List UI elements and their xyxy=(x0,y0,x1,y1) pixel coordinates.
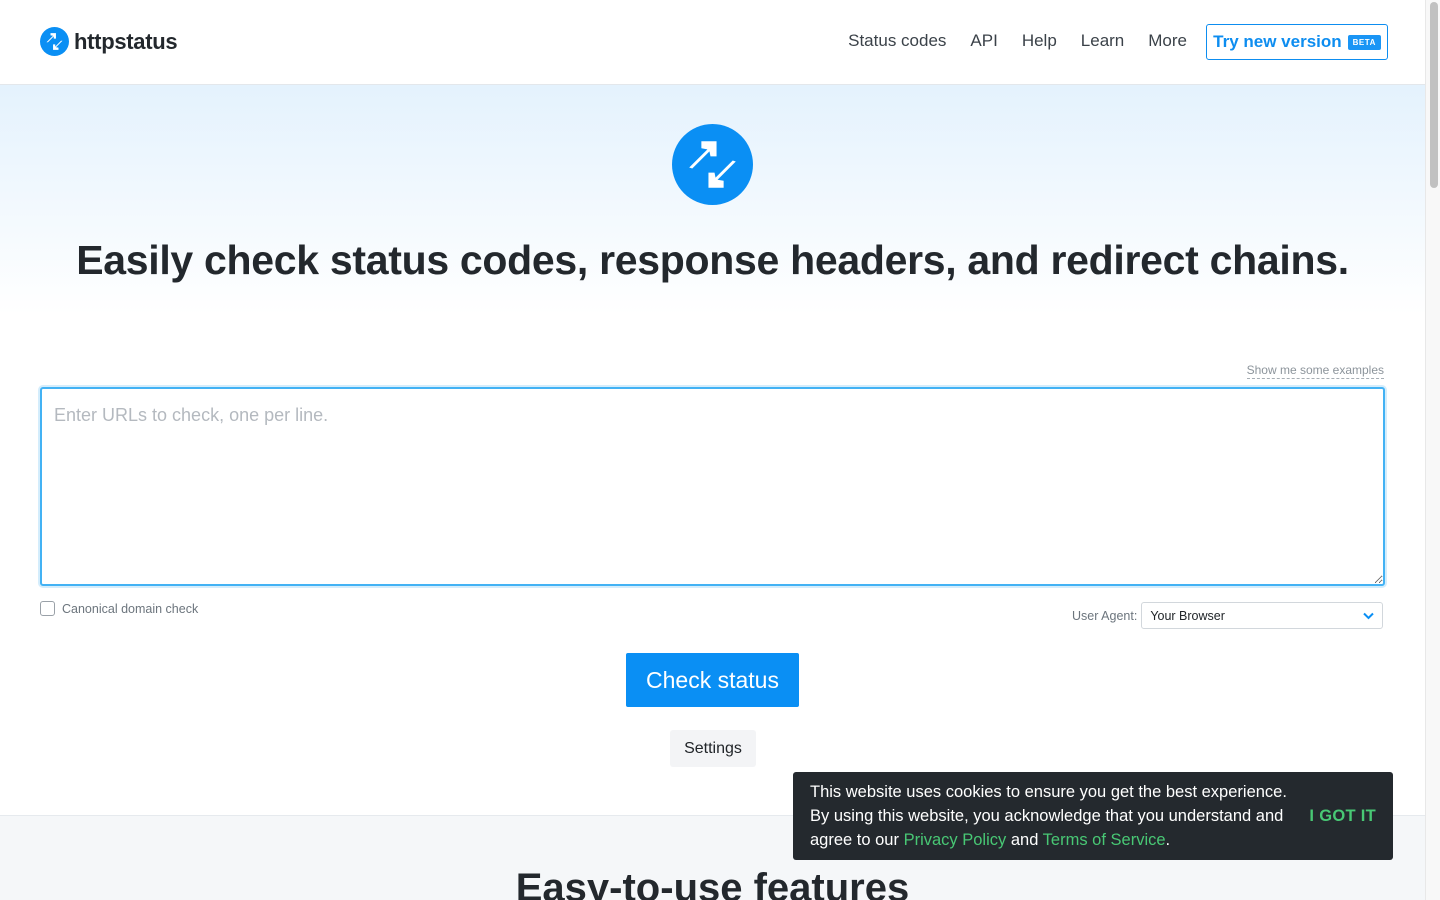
cookie-banner: This website uses cookies to ensure you … xyxy=(793,772,1393,860)
headline-text-2: , xyxy=(576,237,600,283)
cookie-end-text: . xyxy=(1165,831,1171,849)
user-agent-select[interactable]: Your Browser xyxy=(1141,602,1384,629)
chevron-down-icon xyxy=(1363,612,1375,619)
nav-status-codes[interactable]: Status codes xyxy=(848,31,946,51)
canonical-checkbox[interactable] xyxy=(40,601,55,616)
main-nav: Status codes API Help Learn More xyxy=(848,31,1187,51)
cookie-and-text: and xyxy=(1006,831,1043,849)
headline-bold-status-codes: status codes xyxy=(329,237,577,283)
headline-text-1: Easily check xyxy=(76,237,330,283)
logo-link[interactable]: httpstatus xyxy=(40,27,178,56)
headline-bold-response-headers: response headers xyxy=(599,237,946,283)
try-new-version-label: Try new version xyxy=(1213,32,1342,51)
user-agent-control: User Agent: Your Browser xyxy=(1072,602,1384,629)
terms-of-service-link[interactable]: Terms of Service xyxy=(1043,831,1166,849)
canonical-domain-check[interactable]: Canonical domain check xyxy=(40,601,198,616)
nav-learn[interactable]: Learn xyxy=(1081,31,1124,51)
page-scrollbar[interactable] xyxy=(1425,0,1440,900)
headline-bold-redirect-chains: redirect chains xyxy=(1050,237,1338,283)
check-status-button[interactable]: Check status xyxy=(626,653,799,707)
site-header: httpstatus Status codes API Help Learn M… xyxy=(0,0,1425,85)
try-new-version-button[interactable]: Try new version BETA xyxy=(1206,24,1388,60)
cookie-accept-button[interactable]: I GOT IT xyxy=(1309,807,1376,826)
nav-api[interactable]: API xyxy=(970,31,997,51)
page: httpstatus Status codes API Help Learn M… xyxy=(0,0,1425,900)
features-title: Easy-to-use features xyxy=(515,866,910,900)
show-examples-link[interactable]: Show me some examples xyxy=(1246,363,1384,379)
privacy-policy-link[interactable]: Privacy Policy xyxy=(904,831,1007,849)
headline-text-3: , and xyxy=(945,237,1051,283)
logo-icon xyxy=(40,27,69,56)
hero-headline: Easily check status codes, response head… xyxy=(0,237,1425,284)
user-agent-label: User Agent: xyxy=(1072,608,1138,623)
scrollbar-thumb[interactable] xyxy=(1430,2,1438,188)
settings-button[interactable]: Settings xyxy=(670,730,756,767)
canonical-label: Canonical domain check xyxy=(62,601,199,616)
nav-more[interactable]: More xyxy=(1148,31,1187,51)
hero-section: Easily check status codes, response head… xyxy=(0,85,1425,815)
nav-help[interactable]: Help xyxy=(1022,31,1057,51)
cookie-message: This website uses cookies to ensure you … xyxy=(810,780,1300,852)
logo-text: httpstatus xyxy=(74,28,178,54)
user-agent-value: Your Browser xyxy=(1150,608,1225,623)
hero-logo-icon xyxy=(672,124,753,205)
beta-badge: BETA xyxy=(1347,34,1381,50)
headline-text-4: . xyxy=(1337,237,1349,283)
url-input[interactable] xyxy=(40,387,1385,586)
